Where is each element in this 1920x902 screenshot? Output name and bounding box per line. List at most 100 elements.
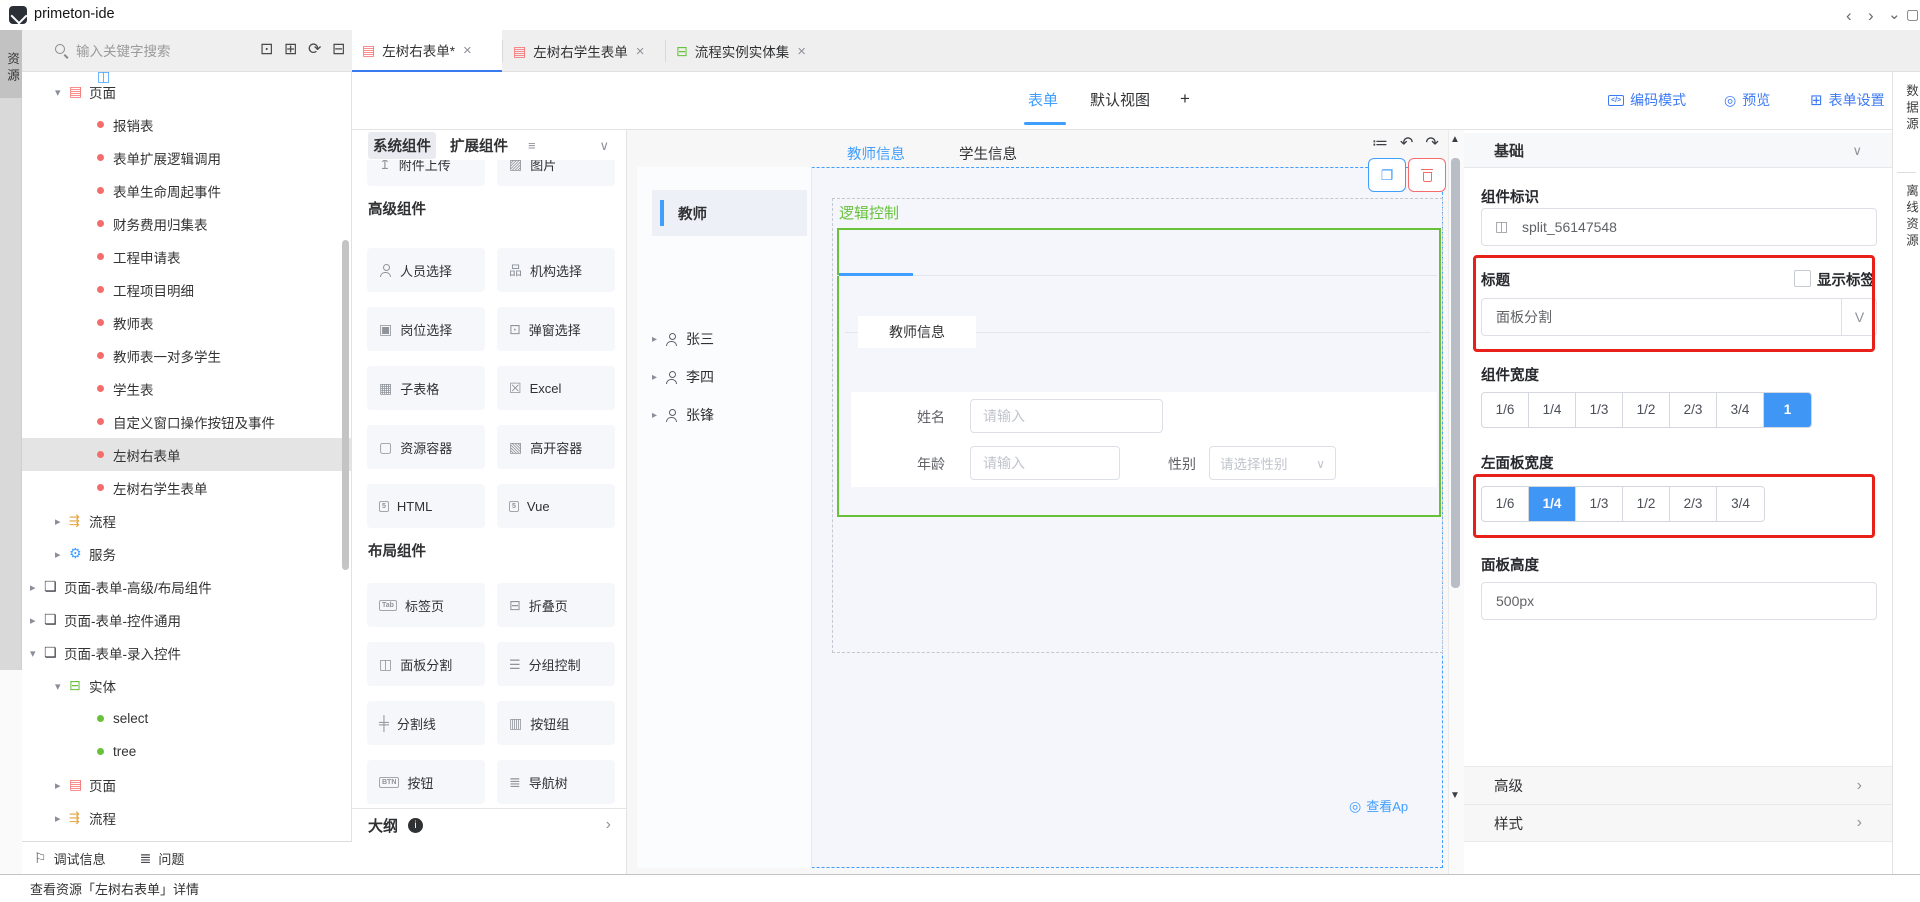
problems-button[interactable]: 问题	[140, 849, 185, 868]
palette-tab-system[interactable]: 系统组件	[368, 132, 436, 159]
structure-icon[interactable]	[1372, 136, 1388, 152]
sidebar-item-pkg-common-controls[interactable]: 页面-表单-控件通用	[22, 603, 352, 636]
view-tab-default-view[interactable]: 默认视图	[1090, 89, 1150, 110]
tab-student-info[interactable]: 学生信息	[959, 143, 1017, 164]
left-width-option[interactable]: 1/2	[1623, 487, 1670, 521]
palette-item-divider-line[interactable]: 分割线	[367, 701, 485, 745]
palette-item-vue[interactable]: 5 Vue	[497, 484, 615, 528]
width-option[interactable]: 1/4	[1529, 393, 1576, 427]
view-tab-form[interactable]: 表单	[1028, 89, 1058, 110]
title-input[interactable]	[1481, 298, 1877, 336]
section-advanced[interactable]: 高级	[1464, 766, 1892, 804]
new-folder-icon[interactable]	[284, 42, 297, 58]
sidebar-item-left-tree-form[interactable]: 左树右表单	[22, 438, 352, 471]
tree-node-zhangfeng[interactable]: ▸ 张锋	[652, 398, 807, 432]
left-width-option-selected[interactable]: 1/4	[1529, 487, 1576, 521]
sidebar-item-select[interactable]: select	[22, 702, 352, 735]
tree-node-lisi[interactable]: ▸ 李四	[652, 360, 807, 394]
width-option[interactable]: 2/3	[1670, 393, 1717, 427]
width-option[interactable]: 3/4	[1717, 393, 1764, 427]
palette-item-button[interactable]: BTN 按钮	[367, 760, 485, 804]
left-width-option[interactable]: 2/3	[1670, 487, 1717, 521]
left-width-option[interactable]: 3/4	[1717, 487, 1764, 521]
caret-right-icon[interactable]	[30, 613, 44, 627]
scroll-up-icon[interactable]: ▲	[1450, 134, 1460, 145]
palette-item-collapse-page[interactable]: 折叠页	[497, 583, 615, 627]
rail-tab-datasource[interactable]: 数据源	[1893, 84, 1920, 134]
outline-bar[interactable]: 大纲	[352, 808, 627, 841]
sidebar-item-form-ext-logic[interactable]: 表单扩展逻辑调用	[22, 141, 352, 174]
palette-item-org-select[interactable]: 机构选择	[497, 248, 615, 292]
view-app-link[interactable]: 查看Ap	[1349, 796, 1408, 815]
tab-teacher-info[interactable]: 教师信息	[847, 143, 905, 164]
save-icon[interactable]	[1906, 7, 1919, 21]
sidebar-scrollbar[interactable]	[342, 240, 349, 570]
width-option[interactable]: 1/6	[1482, 393, 1529, 427]
doc-tab-left-tree-form[interactable]: 左树右表单*	[352, 30, 502, 72]
width-option[interactable]: 1/2	[1623, 393, 1670, 427]
sidebar-item-custom-window[interactable]: 自定义窗口操作按钮及事件	[22, 405, 352, 438]
component-id-input[interactable]	[1481, 208, 1877, 246]
redo-icon[interactable]	[1425, 136, 1438, 152]
sidebar-item-student-table[interactable]: 学生表	[22, 372, 352, 405]
gender-select[interactable]: 请选择性别	[1209, 446, 1336, 480]
width-option[interactable]: 1/3	[1576, 393, 1623, 427]
undo-icon[interactable]	[1400, 136, 1413, 152]
panel-height-input[interactable]	[1481, 582, 1877, 620]
palette-item-excel[interactable]: Excel	[497, 366, 615, 410]
palette-tab-extension[interactable]: 扩展组件	[450, 135, 508, 156]
sidebar-item-form-lifecycle[interactable]: 表单生命周起事件	[22, 174, 352, 207]
palette-item-popup-select[interactable]: 弹窗选择	[497, 307, 615, 351]
rail-tab-offline-resources[interactable]: 离线资源	[1893, 184, 1920, 250]
sidebar-item-tree[interactable]: tree	[22, 735, 352, 768]
palette-item-code-container[interactable]: 高开容器	[497, 425, 615, 469]
close-icon[interactable]	[797, 44, 806, 59]
caret-right-icon[interactable]	[55, 811, 69, 825]
add-view-button[interactable]: +	[1180, 89, 1190, 109]
sidebar-item-process[interactable]: 流程	[22, 504, 352, 537]
preview-button[interactable]: 预览	[1724, 90, 1770, 110]
palette-item-button-group[interactable]: 按钮组	[497, 701, 615, 745]
palette-item-tab-page[interactable]: Tab 标签页	[367, 583, 485, 627]
sidebar-item-pages[interactable]: 页面	[22, 75, 352, 108]
canvas-scrollbar-thumb[interactable]	[1451, 158, 1460, 588]
caret-right-icon[interactable]	[55, 514, 69, 528]
sidebar-item-project-apply[interactable]: 工程申请表	[22, 240, 352, 273]
debug-info-button[interactable]: 调试信息	[34, 849, 106, 868]
chevron-down-icon[interactable]	[599, 138, 609, 152]
sidebar-item-project-detail[interactable]: 工程项目明细	[22, 273, 352, 306]
palette-item-panel-split[interactable]: 面板分割	[367, 642, 485, 686]
show-label-checkbox[interactable]	[1794, 270, 1811, 287]
palette-item-group-control[interactable]: 分组控制	[497, 642, 615, 686]
age-input[interactable]	[970, 446, 1120, 480]
title-variable-toggle[interactable]: V	[1841, 299, 1877, 335]
forward-icon[interactable]	[1868, 7, 1874, 24]
refresh-icon[interactable]	[308, 42, 321, 58]
palette-item-resource-container[interactable]: 资源容器	[367, 425, 485, 469]
code-mode-button[interactable]: 编码模式	[1608, 90, 1686, 110]
tree-node-zhangsan[interactable]: ▸ 张三	[652, 322, 807, 356]
palette-menu-icon[interactable]	[528, 138, 536, 152]
close-icon[interactable]	[463, 43, 472, 58]
rail-tab-resources[interactable]: 资源	[0, 30, 22, 98]
chevron-right-icon[interactable]	[606, 817, 611, 833]
palette-item-person-select[interactable]: 人员选择	[367, 248, 485, 292]
locate-file-icon[interactable]	[260, 42, 273, 58]
close-icon[interactable]	[636, 44, 645, 59]
sidebar-item-teacher-table[interactable]: 教师表	[22, 306, 352, 339]
search-input[interactable]	[74, 39, 238, 63]
caret-down-icon[interactable]	[30, 646, 44, 660]
sidebar-item-finance-form[interactable]: 财务费用归集表	[22, 207, 352, 240]
copy-component-button[interactable]	[1368, 158, 1406, 192]
sidebar-item-entity[interactable]: 实体	[22, 669, 352, 702]
back-icon[interactable]	[1846, 7, 1852, 24]
sidebar-item-pages-2[interactable]: 页面	[22, 768, 352, 801]
left-width-option[interactable]: 1/6	[1482, 487, 1529, 521]
chevron-down-icon[interactable]	[1888, 7, 1901, 22]
delete-component-button[interactable]	[1408, 158, 1446, 192]
doc-tab-process-entity-set[interactable]: 流程实例实体集	[666, 30, 826, 72]
sidebar-item-teacher-students[interactable]: 教师表一对多学生	[22, 339, 352, 372]
doc-tab-left-tree-student-form[interactable]: 左树右学生表单	[503, 30, 665, 72]
caret-right-icon[interactable]	[55, 778, 69, 792]
form-settings-button[interactable]: 表单设置	[1810, 90, 1885, 110]
